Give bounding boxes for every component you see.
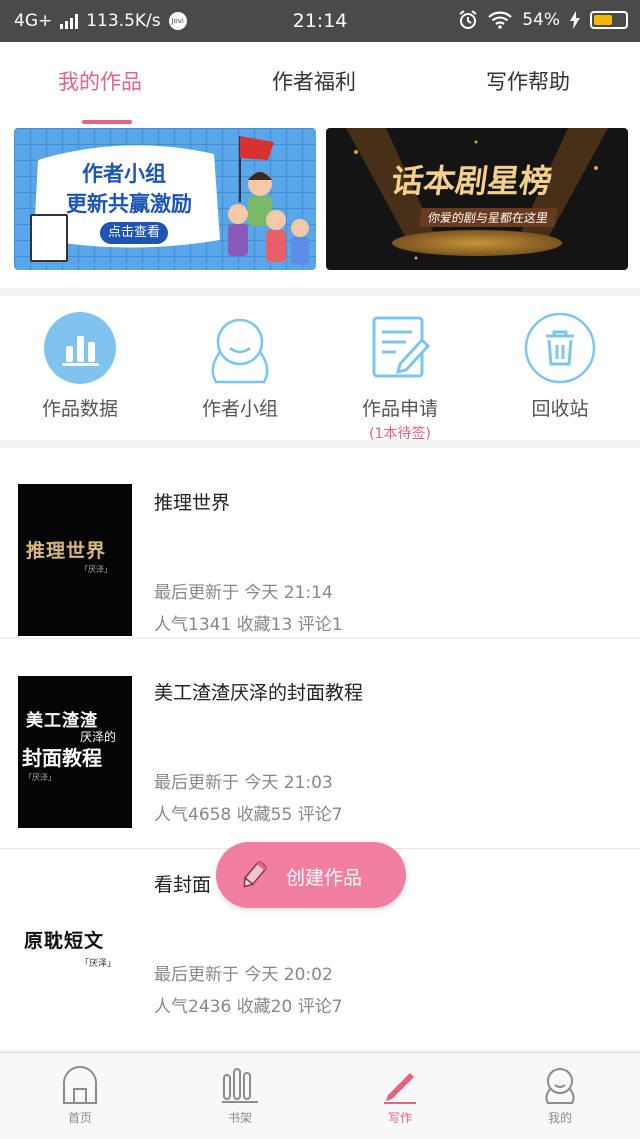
nav-label: 我的 xyxy=(547,1111,572,1125)
quick-author-group[interactable]: 作者小组 xyxy=(170,312,310,421)
quick-label: 回收站 xyxy=(531,398,589,420)
bottom-nav: 首页 书架 写作 我的 xyxy=(0,1052,640,1139)
work-cover: 推理世界 「厌泽」 xyxy=(18,484,132,636)
work-stats: 人气2436 收藏20 评论7 xyxy=(154,997,343,1017)
work-title: 美工渣渣厌泽的封面教程 xyxy=(154,682,364,704)
create-work-button[interactable]: 创建作品 xyxy=(216,842,406,908)
nav-me[interactable]: 我的 xyxy=(520,1065,600,1126)
banner-area: 作者小组 更新共赢激励 点击查看 话本剧星榜 你爱的剧与星都在这里 xyxy=(0,126,640,288)
pen-icon xyxy=(380,1065,420,1105)
tab-author-benefits[interactable]: 作者福利 xyxy=(272,66,356,96)
list-item[interactable]: 推理世界 「厌泽」 推理世界 最后更新于 今天 21:14 人气1341 收藏1… xyxy=(0,448,640,639)
alarm-icon xyxy=(459,10,477,29)
nav-label: 书架 xyxy=(227,1111,252,1125)
tab-writing-help[interactable]: 写作帮助 xyxy=(486,66,570,96)
edit-document-icon xyxy=(364,312,436,384)
clipboard-icon xyxy=(30,214,68,262)
banner-right-subtitle: 你爱的剧与星都在这里 xyxy=(418,208,558,227)
active-tab-indicator xyxy=(82,120,132,124)
top-tab-bar: 我的作品 作者福利 写作帮助 xyxy=(0,42,640,126)
quick-work-data[interactable]: 作品数据 xyxy=(10,312,150,421)
quick-actions: 作品数据 作者小组 作品申请 (1本待签) 回收站 xyxy=(0,296,640,443)
create-work-label: 创建作品 xyxy=(286,867,363,889)
quick-label: 作品申请 xyxy=(361,398,438,420)
nav-label: 首页 xyxy=(67,1111,92,1125)
view-now-button[interactable]: 点击查看 xyxy=(100,222,168,244)
work-stats: 人气4658 收藏55 评论7 xyxy=(154,805,343,825)
charging-icon xyxy=(570,11,580,29)
banner-drama-ranking[interactable]: 话本剧星榜 你爱的剧与星都在这里 xyxy=(326,128,628,270)
cover-author: 「厌泽」 xyxy=(24,773,56,782)
work-title: 看封面 xyxy=(154,874,212,896)
banner-author-group[interactable]: 作者小组 更新共赢激励 点击查看 xyxy=(14,128,316,270)
battery-percent: 54% xyxy=(522,10,560,30)
cover-title: 原耽短文 xyxy=(24,930,105,952)
pending-sign-count: (1本待签) xyxy=(369,426,431,442)
work-cover: 原耽短文 「厌泽」 xyxy=(18,868,132,1020)
trash-icon xyxy=(524,312,596,384)
list-item[interactable]: 美工渣渣 厌泽的 封面教程 「厌泽」 美工渣渣厌泽的封面教程 最后更新于 今天 … xyxy=(0,658,640,849)
quick-recycle-bin[interactable]: 回收站 xyxy=(490,312,630,421)
tab-my-works[interactable]: 我的作品 xyxy=(58,66,142,96)
cover-line3: 封面教程 xyxy=(22,746,102,770)
characters-illustration xyxy=(228,136,309,265)
wifi-icon xyxy=(488,11,512,29)
work-cover: 美工渣渣 厌泽的 封面教程 「厌泽」 xyxy=(18,676,132,828)
battery-icon xyxy=(590,11,628,29)
work-updated: 最后更新于 今天 21:14 xyxy=(154,583,333,603)
quick-work-apply[interactable]: 作品申请 (1本待签) xyxy=(330,312,470,443)
bar-chart-icon xyxy=(44,312,116,384)
cover-author: 「厌泽」 xyxy=(80,959,117,969)
pencil-icon xyxy=(243,861,267,888)
nav-home[interactable]: 首页 xyxy=(40,1065,120,1126)
cover-title: 推理世界 xyxy=(26,540,107,562)
nav-bookshelf[interactable]: 书架 xyxy=(200,1065,280,1126)
works-list: 推理世界 「厌泽」 推理世界 最后更新于 今天 21:14 人气1341 收藏1… xyxy=(0,448,640,1050)
work-updated: 最后更新于 今天 20:02 xyxy=(154,965,333,985)
banner-left-line1: 作者小组 xyxy=(82,162,166,186)
work-title: 推理世界 xyxy=(154,492,231,514)
stage-platform xyxy=(392,230,562,256)
banner-left-line2: 更新共赢激励 xyxy=(66,192,192,216)
bookshelf-icon xyxy=(220,1065,260,1105)
nav-label: 写作 xyxy=(387,1111,412,1125)
banner-right-title: 话本剧星榜 xyxy=(389,162,555,200)
nav-write[interactable]: 写作 xyxy=(360,1065,440,1126)
person-icon xyxy=(204,312,276,384)
work-stats: 人气1341 收藏13 评论1 xyxy=(154,615,343,635)
cover-author: 「厌泽」 xyxy=(80,565,112,574)
quick-label: 作者小组 xyxy=(201,398,278,420)
home-icon xyxy=(60,1065,100,1105)
quick-label: 作品数据 xyxy=(41,398,118,420)
profile-icon xyxy=(540,1065,580,1105)
status-bar: 4G+ 113.5K/s Jovi 21:14 54% xyxy=(0,0,640,42)
work-updated: 最后更新于 今天 21:03 xyxy=(154,773,333,793)
